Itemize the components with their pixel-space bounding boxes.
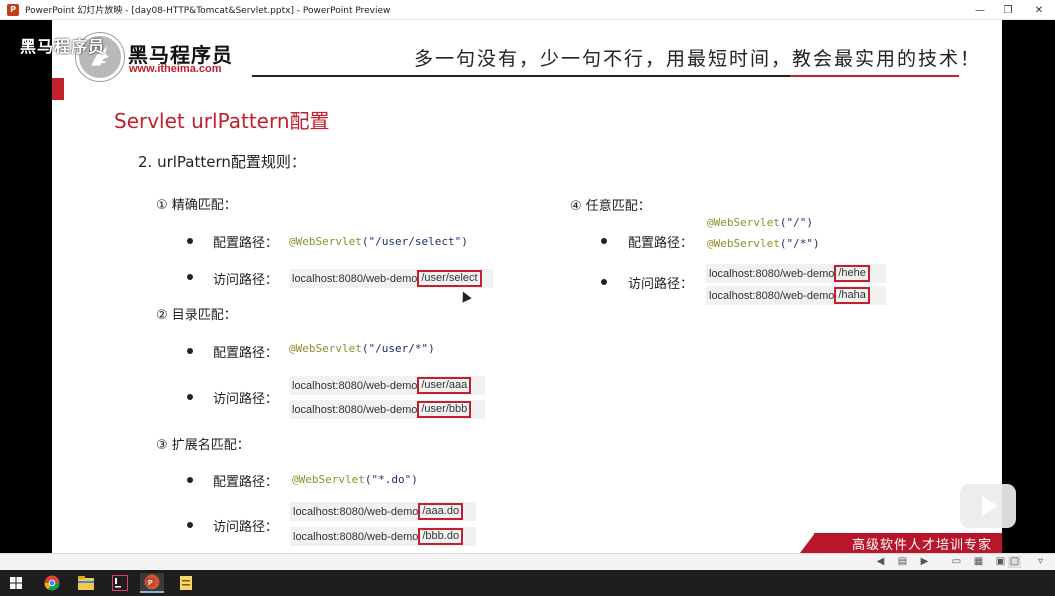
minimize-icon: — <box>975 4 985 16</box>
red-accent-bar <box>52 78 64 100</box>
file-explorer-icon[interactable] <box>74 573 98 593</box>
url-base: localhost:8080/web-demo <box>292 403 418 416</box>
rule-exact-heading: ① 精确匹配： <box>156 198 237 213</box>
footer-banner: 高级软件人才培训专家 <box>814 533 1002 553</box>
slideshow-statusbar: ◀ ▤ ▶ ▭ ▦ ▣ ▢ ▿ <box>0 553 1055 570</box>
close-button[interactable]: ✕ <box>1025 0 1053 20</box>
window-titlebar: P PowerPoint 幻灯片放映 - [day08-HTTP&Tomcat&… <box>0 0 1055 20</box>
next-slide-icon[interactable]: ▶ <box>918 556 931 568</box>
url-path-highlight: /user/select <box>417 270 482 287</box>
close-icon: ✕ <box>1034 4 1044 16</box>
menu-icon[interactable]: ▤ <box>896 556 909 568</box>
annotation-args: ("/*") <box>779 237 820 250</box>
annotation: @WebServlet <box>292 473 365 486</box>
url-base: localhost:8080/web-demo <box>709 289 835 302</box>
annotation-args: ("*.do") <box>364 473 418 486</box>
window-title: PowerPoint 幻灯片放映 - [day08-HTTP&Tomcat&Se… <box>25 6 391 16</box>
slide-title: Servlet urlPattern配置 <box>114 109 330 133</box>
screen: P PowerPoint 幻灯片放映 - [day08-HTTP&Tomcat&… <box>0 0 1055 596</box>
dir-access-label: 访问路径： <box>213 392 279 407</box>
dir-config-code: @WebServlet("/user/*") <box>289 342 435 355</box>
url-example: localhost:8080/web-demo/user/bbb <box>289 400 485 419</box>
url-base: localhost:8080/web-demo <box>292 272 418 285</box>
url-example: localhost:8080/web-demo/bbb.do <box>290 527 476 546</box>
normal-view-icon[interactable]: ▣ <box>994 556 1007 568</box>
any-access-label: 访问路径： <box>628 277 694 292</box>
reading-view-icon[interactable]: ▭ <box>950 556 963 568</box>
header-divider-accent <box>790 75 959 77</box>
url-example: localhost:8080/web-demo/hehe <box>706 264 886 283</box>
url-base: localhost:8080/web-demo <box>709 267 835 280</box>
bullet <box>187 274 193 280</box>
svg-text:P: P <box>148 580 153 587</box>
url-base: localhost:8080/web-demo <box>293 530 419 543</box>
rule-any-heading: ④ 任意匹配： <box>570 199 651 214</box>
dir-config-label: 配置路径： <box>213 346 279 361</box>
url-path-highlight: /user/aaa <box>417 377 472 394</box>
windows-taskbar: P <box>0 570 1055 596</box>
banner-tail <box>800 533 815 553</box>
rule-ext-heading: ③ 扩展名匹配： <box>156 438 250 453</box>
rule-dir-heading: ② 目录匹配： <box>156 308 237 323</box>
bullet <box>187 238 193 244</box>
url-base: localhost:8080/web-demo <box>292 379 418 392</box>
presenter-icon[interactable]: ▢ <box>1008 556 1021 568</box>
prev-slide-icon[interactable]: ◀ <box>874 556 887 568</box>
bullet <box>187 522 193 528</box>
bullet <box>601 279 607 285</box>
url-example: localhost:8080/web-demo/user/select <box>289 269 493 288</box>
annotation: @WebServlet <box>707 216 780 229</box>
url-example: localhost:8080/web-demo/aaa.do <box>290 502 476 521</box>
url-path-highlight: /aaa.do <box>418 503 464 520</box>
any-config-label: 配置路径： <box>628 236 694 251</box>
slideshow-stage[interactable]: 黑马程序员 www.itheima.com 多一句没有，少一句不行，用最短时间，… <box>0 20 1055 553</box>
watermark: 黑马程序员 <box>20 37 106 56</box>
chrome-icon[interactable] <box>40 573 64 593</box>
any-config-code: @WebServlet("/*") <box>707 237 820 250</box>
url-example: localhost:8080/web-demo/user/aaa <box>289 376 485 395</box>
bullet <box>187 477 193 483</box>
annotation: @WebServlet <box>289 235 362 248</box>
ext-access-label: 访问路径： <box>213 520 279 535</box>
logo-url: www.itheima.com <box>129 63 222 75</box>
slide-sorter-icon[interactable]: ▦ <box>972 556 985 568</box>
annotation-args: ("/user/select") <box>361 235 468 248</box>
url-path-highlight: /hehe <box>834 265 870 282</box>
section-heading: 2. urlPattern配置规则： <box>138 153 306 171</box>
slogan: 多一句没有，少一句不行，用最短时间，教会最实用的技术！ <box>414 48 982 70</box>
mouse-cursor-icon <box>458 289 472 303</box>
bullet <box>187 394 193 400</box>
exact-access-label: 访问路径： <box>213 273 279 288</box>
restore-icon: ❐ <box>1003 4 1013 16</box>
powerpoint-app-icon: P <box>7 3 19 16</box>
slide[interactable]: 黑马程序员 www.itheima.com 多一句没有，少一句不行，用最短时间，… <box>52 20 1002 553</box>
notes-icon[interactable] <box>174 573 198 593</box>
url-path-highlight: /bbb.do <box>418 528 464 545</box>
annotation: @WebServlet <box>707 237 780 250</box>
bullet <box>601 238 607 244</box>
exact-config-label: 配置路径： <box>213 236 279 251</box>
ext-config-label: 配置路径： <box>213 475 279 490</box>
annotation-args: ("/") <box>779 216 813 229</box>
annotation: @WebServlet <box>289 342 362 355</box>
intellij-icon[interactable] <box>108 573 132 593</box>
any-config-code: @WebServlet("/") <box>707 216 813 229</box>
url-example: localhost:8080/web-demo/haha <box>706 286 886 305</box>
url-base: localhost:8080/web-demo <box>293 505 419 518</box>
settings-icon[interactable]: ▿ <box>1034 556 1047 568</box>
annotation-args: ("/user/*") <box>361 342 435 355</box>
restore-button[interactable]: ❐ <box>994 0 1022 20</box>
url-path-highlight: /haha <box>834 287 870 304</box>
play-button-icon[interactable] <box>960 484 1016 528</box>
minimize-button[interactable]: — <box>966 0 994 20</box>
bullet <box>187 348 193 354</box>
url-path-highlight: /user/bbb <box>417 401 472 418</box>
windows-start-icon[interactable] <box>4 573 28 593</box>
powerpoint-icon[interactable]: P <box>140 573 164 593</box>
ext-config-code: @WebServlet("*.do") <box>292 473 418 486</box>
exact-config-code: @WebServlet("/user/select") <box>289 235 468 248</box>
